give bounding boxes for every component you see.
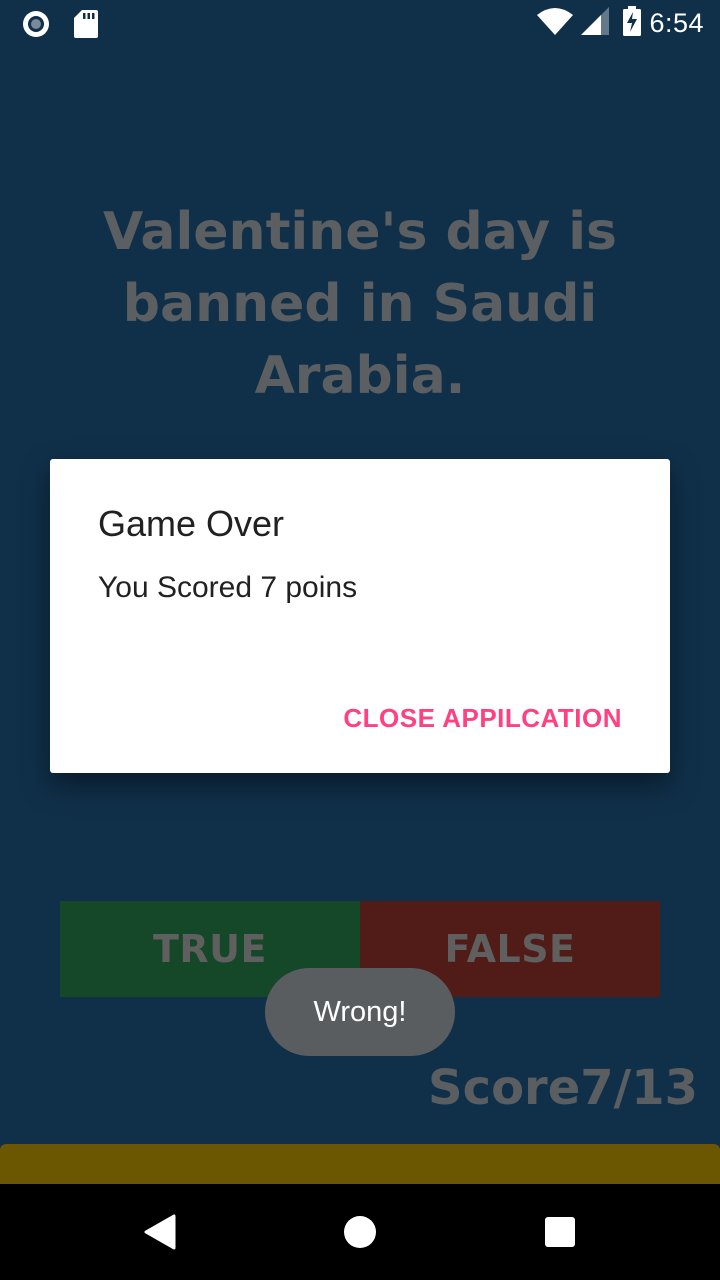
battery-charging-icon <box>623 6 642 41</box>
dialog-title: Game Over <box>98 503 285 544</box>
close-application-button[interactable]: CLOSE APPILCATION <box>343 703 622 734</box>
status-time: 6:54 <box>649 8 704 38</box>
home-icon[interactable] <box>344 1216 376 1248</box>
score-text: Score7/13 <box>428 1060 698 1116</box>
sd-card-icon <box>74 10 98 43</box>
progress-bar <box>0 1144 720 1184</box>
recents-icon[interactable] <box>545 1217 575 1247</box>
status-bar: 6:54 <box>0 0 720 48</box>
record-icon <box>22 10 50 43</box>
question-text: Valentine's day is banned in Saudi Arabi… <box>102 202 618 406</box>
app-screen: 6:54 Valentine's day is banned in Saudi … <box>0 0 720 1280</box>
toast-message: Wrong! <box>265 968 455 1056</box>
game-over-dialog: Game Over You Scored 7 poins CLOSE APPIL… <box>50 459 670 773</box>
dialog-message: You Scored 7 poins <box>98 571 358 604</box>
progress-fill <box>0 1144 720 1184</box>
wifi-icon <box>537 7 574 40</box>
signal-icon <box>581 7 610 40</box>
navigation-bar <box>0 1184 720 1280</box>
back-icon[interactable] <box>144 1214 176 1255</box>
